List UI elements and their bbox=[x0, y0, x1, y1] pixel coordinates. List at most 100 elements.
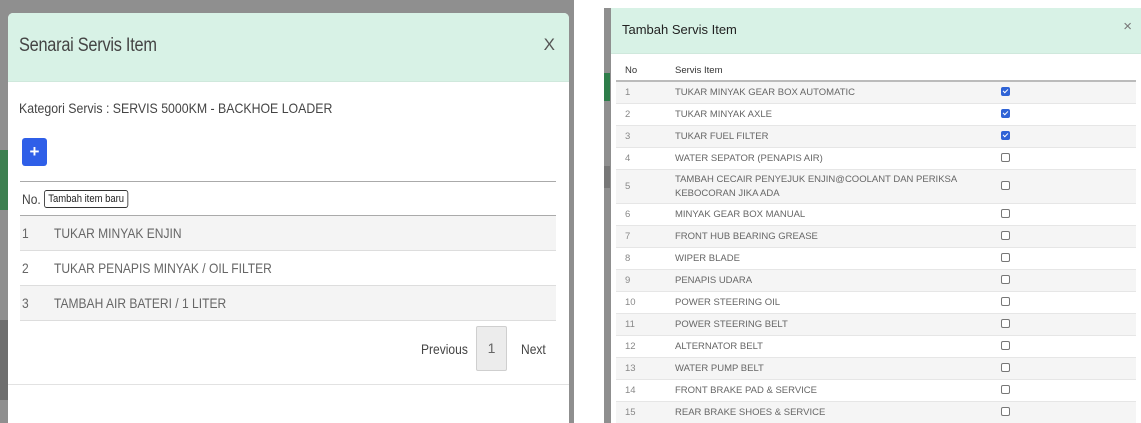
row-number: 14 bbox=[616, 379, 666, 402]
row-select-cell bbox=[983, 357, 1136, 380]
row-select-cell bbox=[983, 247, 1136, 270]
service-item-table: No Servis Item 1 TUKAR MINYAK GEAR BOX AU… bbox=[616, 61, 1136, 423]
row-number: 13 bbox=[616, 357, 666, 380]
column-header-select bbox=[983, 61, 1136, 82]
table-row: 14 FRONT BRAKE PAD & SERVICE bbox=[616, 379, 1136, 402]
row-checkbox[interactable] bbox=[1001, 180, 1010, 190]
table-row: 3 TAMBAH AIR BATERI / 1 LITER bbox=[20, 286, 556, 321]
senarai-servis-item-modal: Senarai Servis Item X Kategori Servis : … bbox=[8, 13, 569, 423]
row-number: 12 bbox=[616, 335, 666, 358]
table-row: 8 WIPER BLADE bbox=[616, 247, 1136, 270]
row-number: 2 bbox=[22, 260, 29, 276]
modal-header: Senarai Servis Item X bbox=[8, 13, 569, 82]
row-checkbox[interactable] bbox=[1001, 86, 1010, 96]
row-checkbox[interactable] bbox=[1001, 362, 1010, 372]
row-checkbox[interactable] bbox=[1001, 230, 1010, 240]
modal-header: Tambah Servis Item × bbox=[611, 8, 1141, 54]
table-row: 9 PENAPIS UDARA bbox=[616, 269, 1136, 292]
row-number: 11 bbox=[616, 313, 666, 336]
row-item: TAMBAH AIR BATERI / 1 LITER bbox=[54, 295, 227, 311]
category-label: Kategori Servis : SERVIS 5000KM - BACKHO… bbox=[19, 100, 333, 116]
modal-title: Senarai Servis Item bbox=[19, 35, 157, 56]
close-icon[interactable]: × bbox=[1123, 18, 1132, 35]
row-number: 4 bbox=[616, 147, 666, 170]
row-item: POWER STEERING OIL bbox=[666, 291, 983, 314]
row-item: FRONT BRAKE PAD & SERVICE bbox=[666, 379, 983, 402]
row-item: POWER STEERING BELT bbox=[666, 313, 983, 336]
row-item: ALTERNATOR BELT bbox=[666, 335, 983, 358]
row-select-cell bbox=[983, 291, 1136, 314]
row-checkbox[interactable] bbox=[1001, 384, 1010, 394]
row-select-cell bbox=[983, 103, 1136, 126]
column-header-no: No. bbox=[22, 191, 41, 207]
table-row: 10 POWER STEERING OIL bbox=[616, 291, 1136, 314]
row-checkbox[interactable] bbox=[1001, 108, 1010, 118]
row-item: MINYAK GEAR BOX MANUAL bbox=[666, 203, 983, 226]
row-checkbox[interactable] bbox=[1001, 406, 1010, 416]
table-header-row: No Servis Item bbox=[616, 61, 1136, 82]
modal-footer-divider bbox=[8, 384, 569, 385]
row-item: TAMBAH CECAIR PENYEJUK ENJIN@COOLANT DAN… bbox=[666, 169, 983, 204]
row-select-cell bbox=[983, 147, 1136, 170]
add-item-tooltip: Tambah item baru bbox=[44, 190, 129, 208]
close-button[interactable]: X bbox=[544, 35, 555, 55]
row-checkbox[interactable] bbox=[1001, 152, 1010, 162]
background-strip bbox=[0, 320, 8, 400]
table-row: 7 FRONT HUB BEARING GREASE bbox=[616, 225, 1136, 248]
table-row: 3 TUKAR FUEL FILTER bbox=[616, 125, 1136, 148]
row-number: 8 bbox=[616, 247, 666, 270]
row-item: TUKAR MINYAK ENJIN bbox=[54, 225, 182, 241]
row-item: TUKAR MINYAK GEAR BOX AUTOMATIC bbox=[666, 80, 983, 104]
row-select-cell bbox=[983, 203, 1136, 226]
row-item: TUKAR FUEL FILTER bbox=[666, 125, 983, 148]
add-item-button[interactable]: + bbox=[22, 138, 47, 166]
table-row: 6 MINYAK GEAR BOX MANUAL bbox=[616, 203, 1136, 226]
table-row: 13 WATER PUMP BELT bbox=[616, 357, 1136, 380]
row-number: 5 bbox=[616, 169, 666, 204]
row-checkbox[interactable] bbox=[1001, 318, 1010, 328]
background-strip bbox=[0, 150, 8, 210]
row-number: 1 bbox=[22, 225, 29, 241]
row-number: 1 bbox=[616, 80, 666, 104]
row-checkbox[interactable] bbox=[1001, 274, 1010, 284]
row-number: 2 bbox=[616, 103, 666, 126]
row-checkbox[interactable] bbox=[1001, 340, 1010, 350]
pagination-page[interactable]: 1 bbox=[476, 326, 507, 371]
row-item: WATER SEPATOR (PENAPIS AIR) bbox=[666, 147, 983, 170]
pagination-next[interactable]: Next bbox=[521, 341, 546, 357]
background-strip bbox=[604, 166, 610, 188]
tambah-servis-item-modal: Tambah Servis Item × No Servis Item 1 TUK… bbox=[611, 8, 1141, 423]
pagination-previous[interactable]: Previous bbox=[421, 341, 468, 357]
row-number: 6 bbox=[616, 203, 666, 226]
table-row: 15 REAR BRAKE SHOES & SERVICE bbox=[616, 401, 1136, 423]
row-item: FRONT HUB BEARING GREASE bbox=[666, 225, 983, 248]
row-checkbox[interactable] bbox=[1001, 208, 1010, 218]
row-number: 7 bbox=[616, 225, 666, 248]
row-select-cell bbox=[983, 401, 1136, 423]
row-select-cell bbox=[983, 335, 1136, 358]
row-checkbox[interactable] bbox=[1001, 130, 1010, 140]
row-number: 3 bbox=[22, 295, 29, 311]
row-item: WATER PUMP BELT bbox=[666, 357, 983, 380]
table-body: 1 TUKAR MINYAK GEAR BOX AUTOMATIC 2 TUKAR M… bbox=[616, 80, 1136, 423]
row-item: REAR BRAKE SHOES & SERVICE bbox=[666, 401, 983, 423]
row-item: WIPER BLADE bbox=[666, 247, 983, 270]
table-row: 2 TUKAR PENAPIS MINYAK / OIL FILTER bbox=[20, 251, 556, 286]
table-row: 1 TUKAR MINYAK GEAR BOX AUTOMATIC bbox=[616, 80, 1136, 104]
row-item: PENAPIS UDARA bbox=[666, 269, 983, 292]
row-item: TUKAR PENAPIS MINYAK / OIL FILTER bbox=[54, 260, 272, 276]
row-checkbox[interactable] bbox=[1001, 252, 1010, 262]
row-select-cell bbox=[983, 313, 1136, 336]
modal-title: Tambah Servis Item bbox=[622, 22, 737, 37]
table-row: 2 TUKAR MINYAK AXLE bbox=[616, 103, 1136, 126]
table-row: 12 ALTERNATOR BELT bbox=[616, 335, 1136, 358]
table-row: 11 POWER STEERING BELT bbox=[616, 313, 1136, 336]
row-number: 10 bbox=[616, 291, 666, 314]
table-row: 5 TAMBAH CECAIR PENYEJUK ENJIN@COOLANT DA… bbox=[616, 169, 1136, 204]
row-select-cell bbox=[983, 379, 1136, 402]
row-checkbox[interactable] bbox=[1001, 296, 1010, 306]
row-select-cell bbox=[983, 269, 1136, 292]
row-number: 9 bbox=[616, 269, 666, 292]
column-header-no: No bbox=[616, 61, 666, 82]
row-select-cell bbox=[983, 80, 1136, 104]
